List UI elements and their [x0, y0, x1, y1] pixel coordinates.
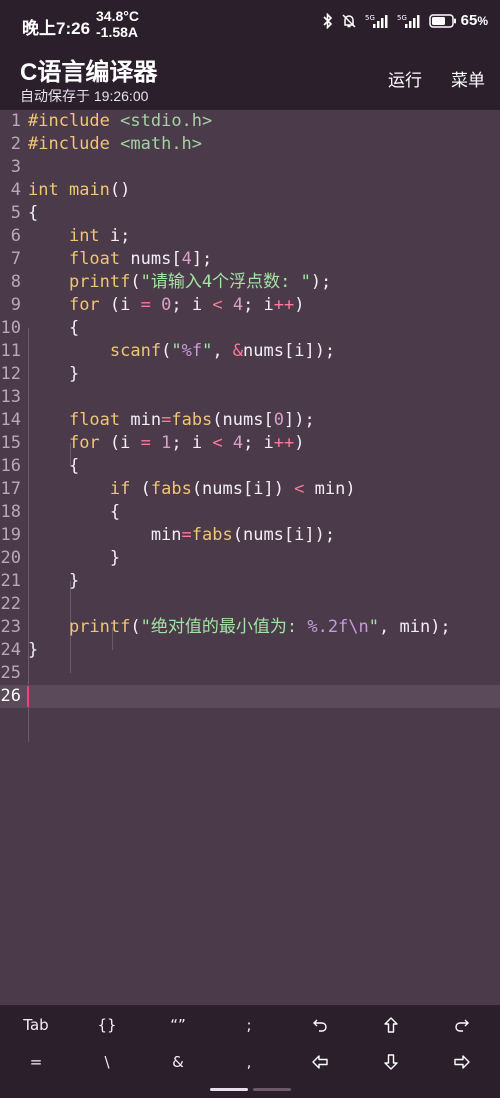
status-icons: 5G 5G 65%	[323, 12, 488, 29]
code-text: scanf("%f", &nums[i]);	[109, 341, 336, 361]
key-ampersand[interactable]: &	[143, 1042, 213, 1082]
code-line: 2 #include <math.h>	[10, 134, 203, 154]
key-semicolon[interactable]: ;	[214, 1005, 284, 1045]
bluetooth-icon	[323, 12, 333, 29]
battery-icon	[428, 13, 457, 28]
code-line: 9 for (i = 0; i < 4; i++)	[10, 295, 305, 315]
arrow-down-icon	[384, 1054, 398, 1070]
code-line: 23 printf("绝对值的最小值为: %.2f\n", min);	[0, 617, 451, 637]
code-line: 24}	[0, 640, 39, 660]
key-tab[interactable]: Tab	[1, 1005, 71, 1045]
svg-text:5G: 5G	[397, 14, 407, 22]
code-text: printf("请输入4个浮点数: ");	[68, 272, 332, 292]
code-line: 15 for (i = 1; i < 4; i++)	[0, 433, 305, 453]
code-line: 1 #include <stdio.h>	[10, 111, 213, 131]
code-line: 7 float nums[4];	[10, 249, 213, 269]
code-text: float nums[4];	[68, 249, 213, 269]
code-editor[interactable]: 1 #include <stdio.h> 2 #include <math.h> 3…	[0, 110, 500, 1005]
code-line: 6 int i;	[10, 226, 131, 246]
signal-5g-icon: 5G	[397, 13, 421, 29]
code-text: {	[28, 502, 121, 522]
code-line: 4 int main()	[10, 180, 131, 200]
status-time: 晚上7:26	[22, 19, 91, 38]
code-text: for (i = 0; i < 4; i++)	[68, 295, 305, 315]
status-bar: 晚上7:26 34.8°C -1.58A 5G 5G 65%	[0, 0, 500, 46]
code-text: #include <stdio.h>	[28, 111, 213, 131]
status-current: -1.58A	[96, 24, 139, 40]
status-temperature: 34.8°C	[96, 8, 139, 24]
code-line: 3	[10, 157, 21, 177]
code-line: 20 }	[0, 548, 121, 568]
status-power-readout: 34.8°C -1.58A	[96, 8, 139, 40]
code-line: 21 }	[0, 571, 80, 591]
autosave-status: 自动保存于 19:26:00	[20, 88, 149, 104]
key-braces[interactable]: {}	[72, 1005, 142, 1045]
code-line: 22	[0, 594, 21, 614]
code-line: 11 scanf("%f", &nums[i]);	[0, 341, 336, 361]
code-line: 18 {	[0, 502, 121, 522]
code-text: min=fabs(nums[i]);	[28, 525, 336, 545]
page-indicator-active	[210, 1088, 248, 1091]
code-line: 19 min=fabs(nums[i]);	[0, 525, 336, 545]
cursor-right-button[interactable]	[427, 1042, 497, 1082]
cursor-up-button[interactable]	[356, 1005, 426, 1045]
cursor-down-button[interactable]	[356, 1042, 426, 1082]
menu-button[interactable]: 菜单	[451, 66, 485, 91]
code-line: 12 }	[0, 364, 80, 384]
symbol-keybar: Tab {} “” ; = \ & ,	[0, 1005, 500, 1098]
code-text: {	[28, 318, 80, 338]
code-line: 10 {	[0, 318, 80, 338]
key-equals[interactable]: =	[1, 1042, 71, 1082]
signal-5g-icon: 5G	[365, 13, 389, 29]
key-comma[interactable]: ,	[214, 1042, 284, 1082]
arrow-right-icon	[454, 1055, 470, 1069]
code-line: 17 if (fabs(nums[i]) < min)	[0, 479, 356, 499]
app-header: C语言编译器 自动保存于 19:26:00 运行 菜单	[0, 46, 500, 110]
page-indicator	[253, 1088, 291, 1091]
code-text: }	[28, 640, 39, 660]
key-quotes[interactable]: “”	[143, 1005, 213, 1045]
text-cursor	[27, 686, 29, 707]
svg-text:5G: 5G	[365, 14, 375, 22]
code-text: for (i = 1; i < 4; i++)	[68, 433, 305, 453]
code-line: 25	[0, 663, 21, 683]
arrow-up-icon	[384, 1017, 398, 1033]
code-text: printf("绝对值的最小值为: %.2f\n", min);	[68, 617, 451, 637]
cursor-left-button[interactable]	[285, 1042, 355, 1082]
arrow-left-icon	[312, 1055, 328, 1069]
code-line: 14 float min=fabs(nums[0]);	[0, 410, 315, 430]
code-line: 5{	[10, 203, 39, 223]
code-text: #include <math.h>	[28, 134, 203, 154]
code-text: {	[28, 203, 39, 223]
code-line: 16 {	[0, 456, 80, 476]
code-text: }	[28, 364, 80, 384]
code-text: }	[28, 571, 80, 591]
battery-percent: 65%	[460, 12, 488, 29]
code-line: 13	[0, 387, 21, 407]
battery-indicator: 65%	[428, 12, 488, 29]
current-code-line[interactable]: 26	[0, 685, 500, 708]
app-title: C语言编译器	[20, 59, 158, 86]
redo-button[interactable]	[427, 1005, 497, 1045]
redo-icon	[455, 1019, 469, 1032]
code-text: int main()	[28, 180, 131, 200]
mute-bell-icon	[341, 13, 357, 29]
code-text: {	[28, 456, 80, 476]
code-line: 8 printf("请输入4个浮点数: ");	[10, 272, 332, 292]
code-text: if (fabs(nums[i]) < min)	[109, 479, 356, 499]
code-text: int i;	[68, 226, 131, 246]
key-backslash[interactable]: \	[72, 1042, 142, 1082]
code-text: }	[28, 548, 121, 568]
run-button[interactable]: 运行	[388, 66, 422, 91]
undo-icon	[313, 1019, 327, 1032]
code-text: float min=fabs(nums[0]);	[68, 410, 315, 430]
undo-button[interactable]	[285, 1005, 355, 1045]
